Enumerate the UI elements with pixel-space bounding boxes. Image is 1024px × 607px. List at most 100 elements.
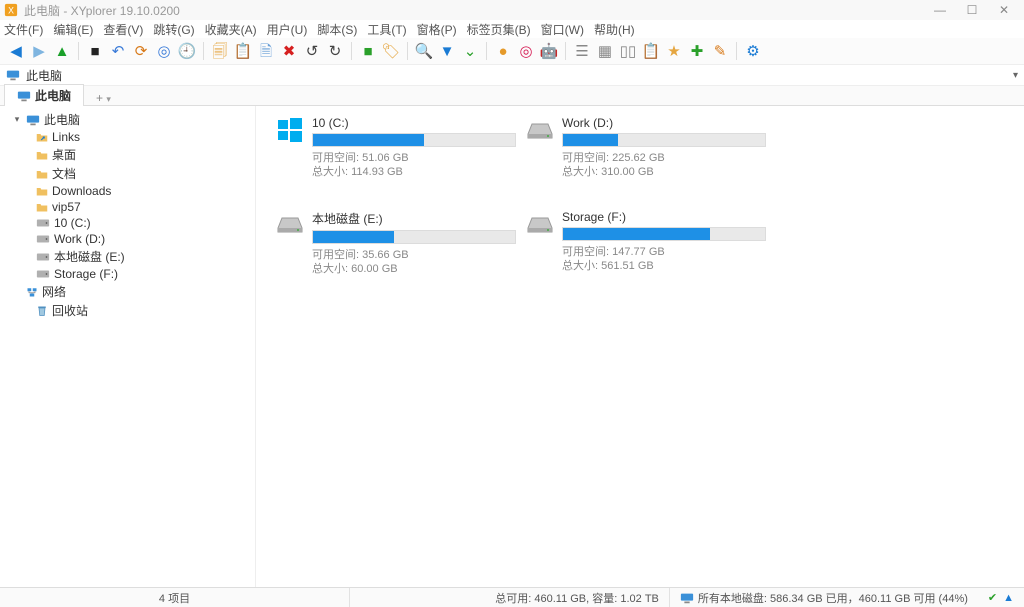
link-icon: [36, 131, 48, 143]
caret-icon[interactable]: ▾: [12, 114, 22, 125]
menu-10[interactable]: 窗口(W): [541, 21, 584, 38]
drive-2[interactable]: 本地磁盘 (E:)可用空间: 35.66 GB总大小: 60.00 GB: [276, 210, 516, 277]
dual-pane-icon[interactable]: ▯▯: [618, 41, 638, 61]
drive-free: 可用空间: 51.06 GB: [312, 151, 516, 165]
menu-4[interactable]: 收藏夹(A): [205, 21, 257, 38]
tree-node-10[interactable]: 网络: [0, 282, 255, 301]
drive-total: 总大小: 310.00 GB: [562, 165, 766, 179]
drive-total: 总大小: 60.00 GB: [312, 262, 516, 276]
usage-bar: [562, 133, 766, 147]
status-bar: 4 项目 总可用: 460.11 GB, 容量: 1.02 TB 所有本地磁盘:…: [0, 587, 1024, 607]
address-bar[interactable]: 此电脑 ▾: [0, 64, 1024, 86]
toolbar-separator: [351, 42, 352, 60]
tab-this-pc[interactable]: 此电脑: [4, 84, 84, 106]
maximize-button[interactable]: ☐: [956, 3, 988, 17]
status-item-count: 4 项目: [159, 590, 190, 606]
view-icons-icon[interactable]: ▦: [595, 41, 615, 61]
tree-node-0[interactable]: ▾此电脑: [0, 110, 255, 129]
tree-node-7[interactable]: Work (D:): [0, 231, 255, 247]
history-icon[interactable]: 🕘: [177, 41, 197, 61]
drive-0[interactable]: 10 (C:)可用空间: 51.06 GB总大小: 114.93 GB: [276, 116, 516, 180]
menu-1[interactable]: 编辑(E): [53, 21, 93, 38]
refresh-target-icon[interactable]: ◎: [154, 41, 174, 61]
stop-icon[interactable]: ■: [85, 41, 105, 61]
tree-node-6[interactable]: 10 (C:): [0, 215, 255, 231]
puzzle-icon[interactable]: ✚: [687, 41, 707, 61]
tab-bar: 此电脑 + ▾: [0, 86, 1024, 106]
branch-view-icon[interactable]: ⌄: [460, 41, 480, 61]
menu-5[interactable]: 用户(U): [267, 21, 308, 38]
tree-label: 本地磁盘 (E:): [54, 248, 125, 265]
toolbar-separator: [407, 42, 408, 60]
new-tab-button[interactable]: + ▾: [90, 91, 117, 105]
drive-total: 总大小: 561.51 GB: [562, 259, 766, 273]
menu-11[interactable]: 帮助(H): [594, 21, 635, 38]
tree-label: 网络: [42, 283, 66, 300]
folder-tree[interactable]: ▾此电脑Links桌面文档Downloadsvip5710 (C:)Work (…: [0, 106, 256, 587]
tree-node-11[interactable]: 回收站: [0, 301, 255, 320]
drive-name: 10 (C:): [312, 116, 516, 130]
undo-action-icon[interactable]: ↺: [302, 41, 322, 61]
usage-bar: [562, 227, 766, 241]
menu-7[interactable]: 工具(T): [367, 21, 406, 38]
drive-icon: [36, 269, 50, 279]
clipboard-icon[interactable]: 📋: [641, 41, 661, 61]
minimize-button[interactable]: —: [924, 3, 956, 17]
drive-icon: [526, 210, 554, 238]
target-icon[interactable]: ◎: [516, 41, 536, 61]
menu-2[interactable]: 查看(V): [103, 21, 143, 38]
nav-up-icon[interactable]: ▲: [52, 41, 72, 61]
status-ok-icon: ✔: [988, 591, 997, 604]
menu-6[interactable]: 脚本(S): [317, 21, 357, 38]
tree-node-1[interactable]: Links: [0, 129, 255, 145]
paste-icon[interactable]: 📋: [233, 41, 253, 61]
cd-icon[interactable]: ●: [493, 41, 513, 61]
brush-icon[interactable]: ✎: [710, 41, 730, 61]
view-details-icon[interactable]: ☰: [572, 41, 592, 61]
delete-icon[interactable]: ✖: [279, 41, 299, 61]
window-title: 此电脑 - XYplorer 19.10.0200: [24, 2, 180, 19]
tree-node-2[interactable]: 桌面: [0, 145, 255, 164]
menu-0[interactable]: 文件(F): [4, 21, 43, 38]
redo-action-icon[interactable]: ↻: [325, 41, 345, 61]
undo-icon[interactable]: ↶: [108, 41, 128, 61]
tree-label: Storage (F:): [54, 267, 118, 281]
address-dropdown-icon[interactable]: ▾: [1013, 70, 1018, 81]
refresh-reload-icon[interactable]: ⟳: [131, 41, 151, 61]
folder-icon: [36, 168, 48, 180]
drive-1[interactable]: Work (D:)可用空间: 225.62 GB总大小: 310.00 GB: [526, 116, 766, 180]
tab-label: 此电脑: [35, 87, 71, 104]
tree-label: 回收站: [52, 302, 88, 319]
menu-8[interactable]: 窗格(P): [417, 21, 457, 38]
content-pane[interactable]: 10 (C:)可用空间: 51.06 GB总大小: 114.93 GBWork …: [256, 106, 1024, 587]
android-icon[interactable]: 🤖: [539, 41, 559, 61]
close-button[interactable]: ✕: [988, 3, 1020, 17]
recycle-icon: [36, 305, 48, 317]
drive-icon: [276, 116, 304, 144]
settings-gear-icon[interactable]: ⚙: [743, 41, 763, 61]
star-icon[interactable]: ★: [664, 41, 684, 61]
drive-icon: [526, 116, 554, 144]
search-icon[interactable]: 🔍: [414, 41, 434, 61]
tree-node-4[interactable]: Downloads: [0, 183, 255, 199]
titlebar: X 此电脑 - XYplorer 19.10.0200 — ☐ ✕: [0, 0, 1024, 20]
copy-file-icon[interactable]: 🗎: [256, 41, 276, 61]
copy-icon[interactable]: 🗐: [210, 41, 230, 61]
tree-node-5[interactable]: vip57: [0, 199, 255, 215]
status-summary: 总可用: 460.11 GB, 容量: 1.02 TB: [495, 590, 659, 606]
tag-green-icon[interactable]: ■: [358, 41, 378, 61]
folder-icon: [36, 149, 48, 161]
filter-icon[interactable]: ▼: [437, 41, 457, 61]
tree-node-8[interactable]: 本地磁盘 (E:): [0, 247, 255, 266]
tree-label: 10 (C:): [54, 216, 91, 230]
drive-3[interactable]: Storage (F:)可用空间: 147.77 GB总大小: 561.51 G…: [526, 210, 766, 277]
nav-forward-icon[interactable]: ▶: [29, 41, 49, 61]
menu-3[interactable]: 跳转(G): [153, 21, 194, 38]
toolbar-separator: [486, 42, 487, 60]
address-path: 此电脑: [26, 67, 62, 84]
nav-back-icon[interactable]: ◀: [6, 41, 26, 61]
tree-node-9[interactable]: Storage (F:): [0, 266, 255, 282]
tree-node-3[interactable]: 文档: [0, 164, 255, 183]
menu-9[interactable]: 标签页集(B): [467, 21, 531, 38]
tag-label-icon[interactable]: 🏷: [381, 41, 401, 61]
